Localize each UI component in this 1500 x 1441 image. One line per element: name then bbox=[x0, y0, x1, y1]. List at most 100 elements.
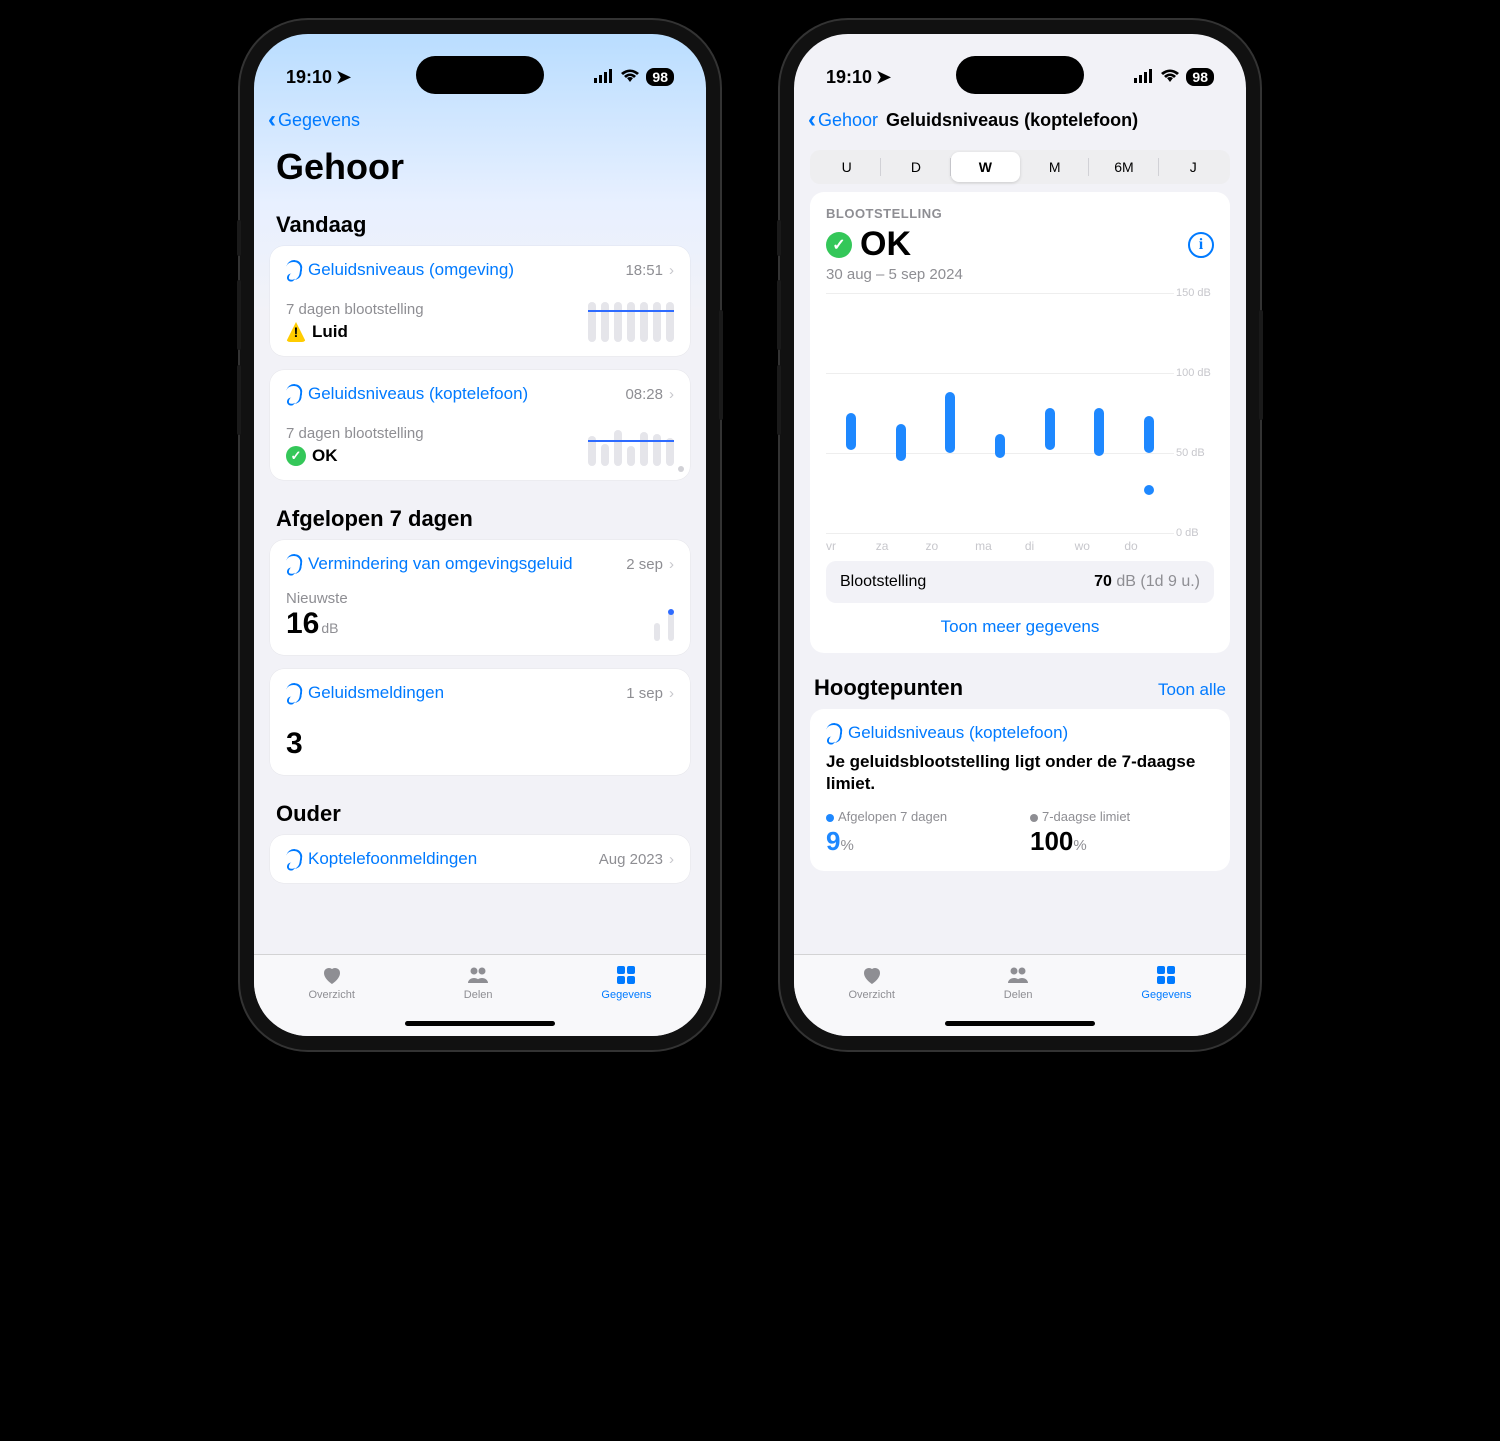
time-range-selector: U D W M 6M J bbox=[810, 150, 1230, 184]
exposure-summary: Blootstelling 70 dB (1d 9 u.) bbox=[826, 561, 1214, 603]
section-today: Vandaag bbox=[270, 200, 690, 246]
ear-icon bbox=[825, 722, 844, 744]
col-value: 100 bbox=[1030, 826, 1073, 856]
chevron-right-icon: › bbox=[669, 556, 674, 573]
seg-month[interactable]: M bbox=[1020, 152, 1089, 182]
page-title: Gehoor bbox=[254, 142, 706, 200]
card-title: Koptelefoonmeldingen bbox=[308, 849, 477, 869]
show-all-link[interactable]: Toon alle bbox=[1158, 680, 1226, 700]
tab-label: Overzicht bbox=[848, 989, 894, 1001]
value: 16 bbox=[286, 607, 319, 640]
card-title: Geluidsniveaus (omgeving) bbox=[308, 260, 514, 280]
tab-label: Gegevens bbox=[601, 989, 651, 1001]
card-headphone-notifications[interactable]: Koptelefoonmeldingen Aug 2023 › bbox=[270, 835, 690, 883]
card-time: Aug 2023 bbox=[599, 851, 663, 868]
col-label: Afgelopen 7 dagen bbox=[838, 809, 947, 824]
show-more-link[interactable]: Toon meer gegevens bbox=[826, 603, 1214, 639]
location-icon: ➤ bbox=[876, 67, 891, 88]
card-subtitle: 7 dagen blootstelling bbox=[286, 301, 424, 318]
tab-share[interactable]: Delen bbox=[464, 963, 493, 1001]
chevron-right-icon: › bbox=[669, 262, 674, 279]
inset-unit: dB (1d 9 u.) bbox=[1116, 573, 1200, 590]
tab-overview[interactable]: Overzicht bbox=[308, 963, 354, 1001]
tab-data[interactable]: Gegevens bbox=[601, 963, 651, 1001]
tab-share[interactable]: Delen bbox=[1004, 963, 1033, 1001]
highlight-card[interactable]: Geluidsniveaus (koptelefoon) Je geluidsb… bbox=[810, 709, 1230, 871]
card-ambient-sound[interactable]: Geluidsniveaus (omgeving) 18:51 › 7 dagen… bbox=[270, 246, 690, 356]
section-week: Afgelopen 7 dagen bbox=[270, 494, 690, 540]
unit: % bbox=[1073, 837, 1086, 854]
tab-overview[interactable]: Overzicht bbox=[848, 963, 894, 1001]
info-button[interactable]: i bbox=[1188, 232, 1214, 258]
back-button[interactable]: ‹ Gegevens bbox=[268, 106, 360, 134]
card-time: 08:28 bbox=[625, 386, 663, 403]
highlights-title: Hoogtepunten bbox=[814, 675, 963, 701]
dynamic-island bbox=[416, 56, 544, 94]
inset-label: Blootstelling bbox=[840, 573, 926, 591]
card-subtitle: 7 dagen blootstelling bbox=[286, 425, 424, 442]
highlight-source: Geluidsniveaus (koptelefoon) bbox=[848, 723, 1068, 743]
card-time: 18:51 bbox=[625, 262, 663, 279]
col-value: 9 bbox=[826, 826, 840, 856]
card-title: Geluidsniveaus (koptelefoon) bbox=[308, 384, 528, 404]
section-older: Ouder bbox=[270, 789, 690, 835]
tab-data[interactable]: Gegevens bbox=[1141, 963, 1191, 1001]
dot-icon bbox=[1030, 814, 1038, 822]
dynamic-island bbox=[956, 56, 1084, 94]
ear-icon bbox=[285, 553, 304, 575]
chevron-left-icon: ‹ bbox=[808, 106, 816, 134]
chevron-right-icon: › bbox=[669, 851, 674, 868]
ear-icon bbox=[285, 383, 304, 405]
card-title: Geluidsmeldingen bbox=[308, 683, 444, 703]
back-label: Gehoor bbox=[818, 110, 878, 131]
seg-hour[interactable]: U bbox=[812, 152, 881, 182]
status-text: Luid bbox=[312, 322, 348, 342]
seg-6month[interactable]: 6M bbox=[1089, 152, 1158, 182]
status-time: 19:10 bbox=[286, 67, 332, 88]
mini-chart bbox=[654, 595, 674, 641]
nav-title: Geluidsniveaus (koptelefoon) bbox=[886, 110, 1138, 131]
ear-icon bbox=[285, 259, 304, 281]
tab-label: Overzicht bbox=[308, 989, 354, 1001]
seg-day[interactable]: D bbox=[881, 152, 950, 182]
card-noise-reduction[interactable]: Vermindering van omgevingsgeluid 2 sep› … bbox=[270, 540, 690, 655]
date-range: 30 aug – 5 sep 2024 bbox=[826, 266, 963, 283]
mini-chart bbox=[588, 296, 674, 342]
back-label: Gegevens bbox=[278, 110, 360, 131]
status-text: OK bbox=[312, 446, 338, 466]
phone-left: 19:10➤ 98 ‹ Gegevens Gehoor Vandaag Gelu… bbox=[240, 20, 720, 1050]
chevron-right-icon: › bbox=[669, 685, 674, 702]
dot-icon bbox=[826, 814, 834, 822]
battery-indicator: 98 bbox=[1186, 68, 1214, 86]
chart-panel: BLOOTSTELLING ✓OK 30 aug – 5 sep 2024 i … bbox=[810, 192, 1230, 653]
home-indicator[interactable] bbox=[945, 1021, 1095, 1026]
seg-week[interactable]: W bbox=[951, 152, 1020, 182]
home-indicator[interactable] bbox=[405, 1021, 555, 1026]
card-sound-notifications[interactable]: Geluidsmeldingen 1 sep› 3 bbox=[270, 669, 690, 775]
wifi-icon bbox=[620, 67, 640, 88]
chevron-right-icon: › bbox=[669, 386, 674, 403]
ear-icon bbox=[285, 848, 304, 870]
seg-year[interactable]: J bbox=[1159, 152, 1228, 182]
mini-chart bbox=[588, 420, 674, 466]
inset-value: 70 bbox=[1094, 573, 1112, 590]
value: 3 bbox=[286, 727, 303, 760]
status-time: 19:10 bbox=[826, 67, 872, 88]
battery-indicator: 98 bbox=[646, 68, 674, 86]
check-icon: ✓ bbox=[286, 446, 306, 466]
card-time: 2 sep bbox=[626, 556, 663, 573]
card-headphone-sound[interactable]: Geluidsniveaus (koptelefoon) 08:28 › 7 da… bbox=[270, 370, 690, 480]
location-icon: ➤ bbox=[336, 67, 351, 88]
cellular-icon bbox=[1134, 67, 1154, 88]
tab-label: Delen bbox=[464, 989, 493, 1001]
nav-bar: ‹ Gehoor Geluidsniveaus (koptelefoon) bbox=[794, 98, 1246, 142]
back-button[interactable]: ‹ Gehoor bbox=[808, 106, 878, 134]
nav-bar: ‹ Gegevens bbox=[254, 98, 706, 142]
ear-icon bbox=[285, 682, 304, 704]
card-title: Vermindering van omgevingsgeluid bbox=[308, 554, 573, 574]
unit: % bbox=[840, 837, 853, 854]
cellular-icon bbox=[594, 67, 614, 88]
card-subtitle: Nieuwste bbox=[286, 590, 348, 607]
headphone-chart[interactable]: 0 dB50 dB100 dB150 dB vrzazomadiwodo bbox=[826, 293, 1214, 553]
highlight-text: Je geluidsblootstelling ligt onder de 7-… bbox=[826, 751, 1214, 795]
